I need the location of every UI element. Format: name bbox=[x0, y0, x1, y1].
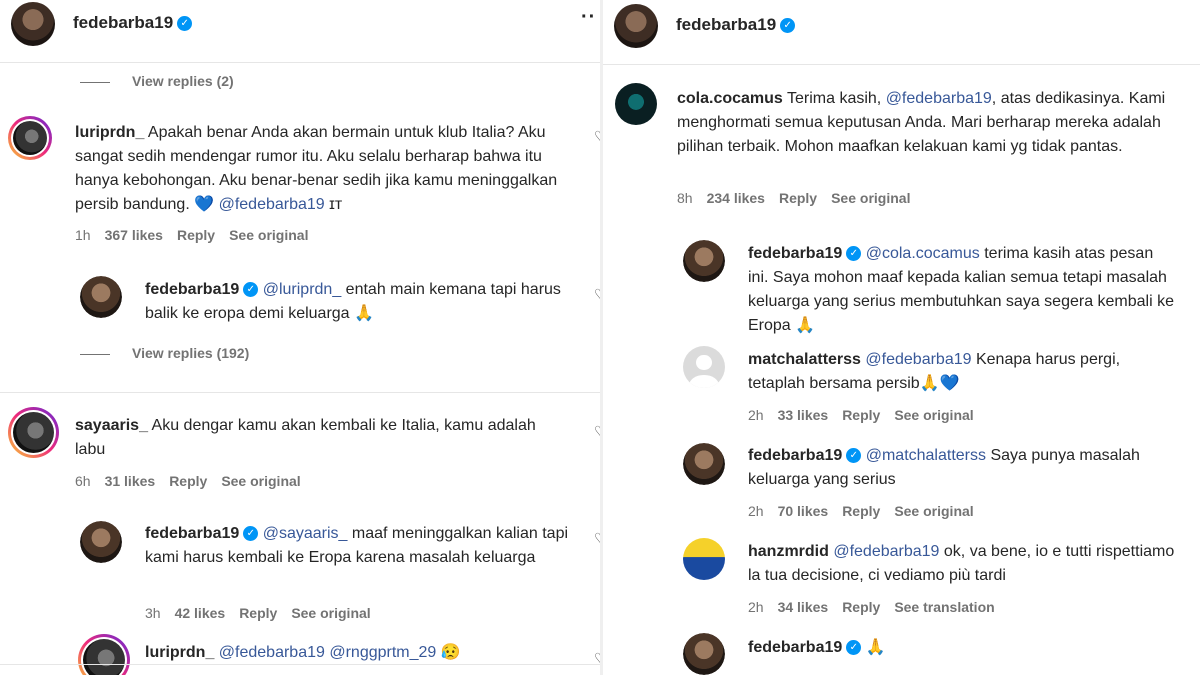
right-panel: fedebarba19 ✓ cola.cocamus Terima kasih, … bbox=[603, 0, 1200, 675]
comment-text: cola.cocamus Terima kasih, @fedebarba19,… bbox=[677, 90, 1166, 155]
comment-divider bbox=[0, 392, 600, 393]
verified-icon: ✓ bbox=[846, 640, 862, 656]
reply-button[interactable]: Reply bbox=[169, 473, 207, 489]
verified-icon: ✓ bbox=[846, 448, 862, 464]
more-options-icon[interactable]: ·· bbox=[581, 6, 596, 29]
avatar[interactable] bbox=[8, 116, 52, 160]
avatar[interactable] bbox=[683, 538, 725, 580]
comment-meta: 6h 31 likes Reply See original bbox=[75, 473, 301, 489]
comment-meta: 8h 234 likes Reply See original bbox=[677, 190, 911, 206]
avatar[interactable] bbox=[80, 276, 122, 318]
avatar[interactable] bbox=[8, 407, 59, 458]
mention-link[interactable]: @fedebarba19 bbox=[865, 351, 971, 368]
verified-icon: ✓ bbox=[177, 16, 193, 32]
avatar[interactable] bbox=[80, 521, 122, 563]
comment-text: sayaaris_ Aku dengar kamu akan kembali k… bbox=[75, 417, 536, 458]
reply-meta: 2h 34 likes Reply See translation bbox=[748, 599, 995, 615]
reply-button[interactable]: Reply bbox=[842, 407, 880, 423]
reply-button[interactable]: Reply bbox=[239, 605, 277, 621]
header-username[interactable]: fedebarba19 ✓ bbox=[676, 15, 796, 35]
reply-username[interactable]: fedebarba19 bbox=[145, 525, 239, 542]
reply-meta: 2h 33 likes Reply See original bbox=[748, 407, 974, 423]
heart-emoji: 💙 bbox=[939, 375, 960, 392]
verified-icon: ✓ bbox=[780, 18, 796, 34]
view-replies-button[interactable]: View replies (2) bbox=[80, 73, 234, 89]
view-replies-button[interactable]: View replies (192) bbox=[80, 345, 249, 361]
reply-button[interactable]: Reply bbox=[842, 503, 880, 519]
left-panel: fedebarba19 ✓ ·· View replies (2) luriprd… bbox=[0, 0, 600, 675]
dash-icon bbox=[80, 81, 110, 83]
mention-link[interactable]: @fedebarba19 bbox=[886, 90, 992, 107]
verified-icon: ✓ bbox=[243, 282, 259, 298]
see-translation-button[interactable]: See translation bbox=[894, 599, 994, 615]
reply-username[interactable]: fedebarba19 bbox=[748, 639, 842, 656]
reply-username[interactable]: luriprdn_ bbox=[145, 644, 214, 661]
pray-emoji: 🙏 bbox=[865, 639, 886, 656]
reply-text: hanzmrdid @fedebarba19 ok, va bene, io e… bbox=[748, 543, 1175, 584]
header-avatar[interactable] bbox=[614, 4, 658, 48]
dash-icon bbox=[80, 353, 110, 355]
heart-emoji: 💙 bbox=[194, 196, 215, 213]
reply-meta: 2h 70 likes Reply See original bbox=[748, 503, 974, 519]
comment-username[interactable]: cola.cocamus bbox=[677, 90, 783, 107]
bottom-divider bbox=[0, 664, 600, 665]
see-original-button[interactable]: See original bbox=[221, 473, 300, 489]
reply-username[interactable]: matchalatterss bbox=[748, 351, 861, 368]
post-header: fedebarba19 ✓ ·· bbox=[0, 0, 600, 50]
reply-username[interactable]: hanzmrdid bbox=[748, 543, 829, 560]
see-original-button[interactable]: See original bbox=[894, 503, 973, 519]
reply-username[interactable]: fedebarba19 bbox=[748, 447, 842, 464]
see-original-button[interactable]: See original bbox=[291, 605, 370, 621]
sad-emoji: 😥 bbox=[440, 644, 461, 661]
pray-emoji: 🙏 bbox=[354, 305, 374, 322]
header-divider bbox=[0, 62, 600, 63]
reply-text: fedebarba19 ✓ @cola.cocamus terima kasih … bbox=[748, 245, 1175, 334]
reply-username[interactable]: fedebarba19 bbox=[748, 245, 842, 262]
header-divider bbox=[603, 64, 1200, 65]
reply-text: luriprdn_ @fedebarba19 @rnggprtm_29 😥 bbox=[145, 641, 585, 665]
see-original-button[interactable]: See original bbox=[831, 190, 910, 206]
comment-text: luriprdn_ Apakah benar Anda akan bermain… bbox=[75, 124, 558, 213]
pray-emoji: 🙏 bbox=[919, 375, 940, 392]
mention-link[interactable]: @cola.cocamus bbox=[866, 245, 980, 262]
reply-text: fedebarba19 ✓ @matchalatterss Saya punya … bbox=[748, 447, 1140, 488]
reply-username[interactable]: fedebarba19 bbox=[145, 281, 239, 298]
comment-username[interactable]: luriprdn_ bbox=[75, 124, 144, 141]
avatar[interactable] bbox=[78, 634, 130, 675]
comment-meta: 1h 367 likes Reply See original bbox=[75, 227, 309, 243]
avatar[interactable] bbox=[683, 443, 725, 485]
mention-link[interactable]: @fedebarba19 bbox=[219, 196, 325, 213]
mention-link[interactable]: @matchalatterss bbox=[866, 447, 986, 464]
see-original-button[interactable]: See original bbox=[894, 407, 973, 423]
reply-button[interactable]: Reply bbox=[177, 227, 215, 243]
mention-link[interactable]: @rnggprtm_29 bbox=[329, 644, 436, 661]
pray-emoji: 🙏 bbox=[795, 317, 816, 334]
mention-link[interactable]: @fedebarba19 bbox=[833, 543, 939, 560]
see-original-button[interactable]: See original bbox=[229, 227, 308, 243]
reply-text: fedebarba19 ✓ @luriprdn_ entah main keman… bbox=[145, 281, 561, 322]
reply-text: matchalatterss @fedebarba19 Kenapa harus… bbox=[748, 351, 1121, 392]
reply-text: fedebarba19 ✓ @sayaaris_ maaf meninggalka… bbox=[145, 525, 569, 566]
reply-button[interactable]: Reply bbox=[779, 190, 817, 206]
reply-text: fedebarba19 ✓ 🙏 bbox=[748, 636, 1178, 660]
avatar[interactable] bbox=[683, 346, 725, 388]
mention-link[interactable]: @fedebarba19 bbox=[219, 644, 325, 661]
avatar[interactable] bbox=[615, 83, 657, 125]
avatar[interactable] bbox=[683, 240, 725, 282]
avatar[interactable] bbox=[683, 633, 725, 675]
verified-icon: ✓ bbox=[846, 246, 862, 262]
verified-icon: ✓ bbox=[243, 526, 259, 542]
mention-link[interactable]: @luriprdn_ bbox=[263, 281, 342, 298]
mention-link[interactable]: @sayaaris_ bbox=[263, 525, 348, 542]
header-avatar[interactable] bbox=[11, 2, 55, 46]
header-username[interactable]: fedebarba19 ✓ bbox=[73, 13, 193, 33]
post-header: fedebarba19 ✓ bbox=[603, 0, 1200, 50]
comment-username[interactable]: sayaaris_ bbox=[75, 417, 148, 434]
reply-button[interactable]: Reply bbox=[842, 599, 880, 615]
reply-meta: 3h 42 likes Reply See original bbox=[145, 605, 371, 621]
